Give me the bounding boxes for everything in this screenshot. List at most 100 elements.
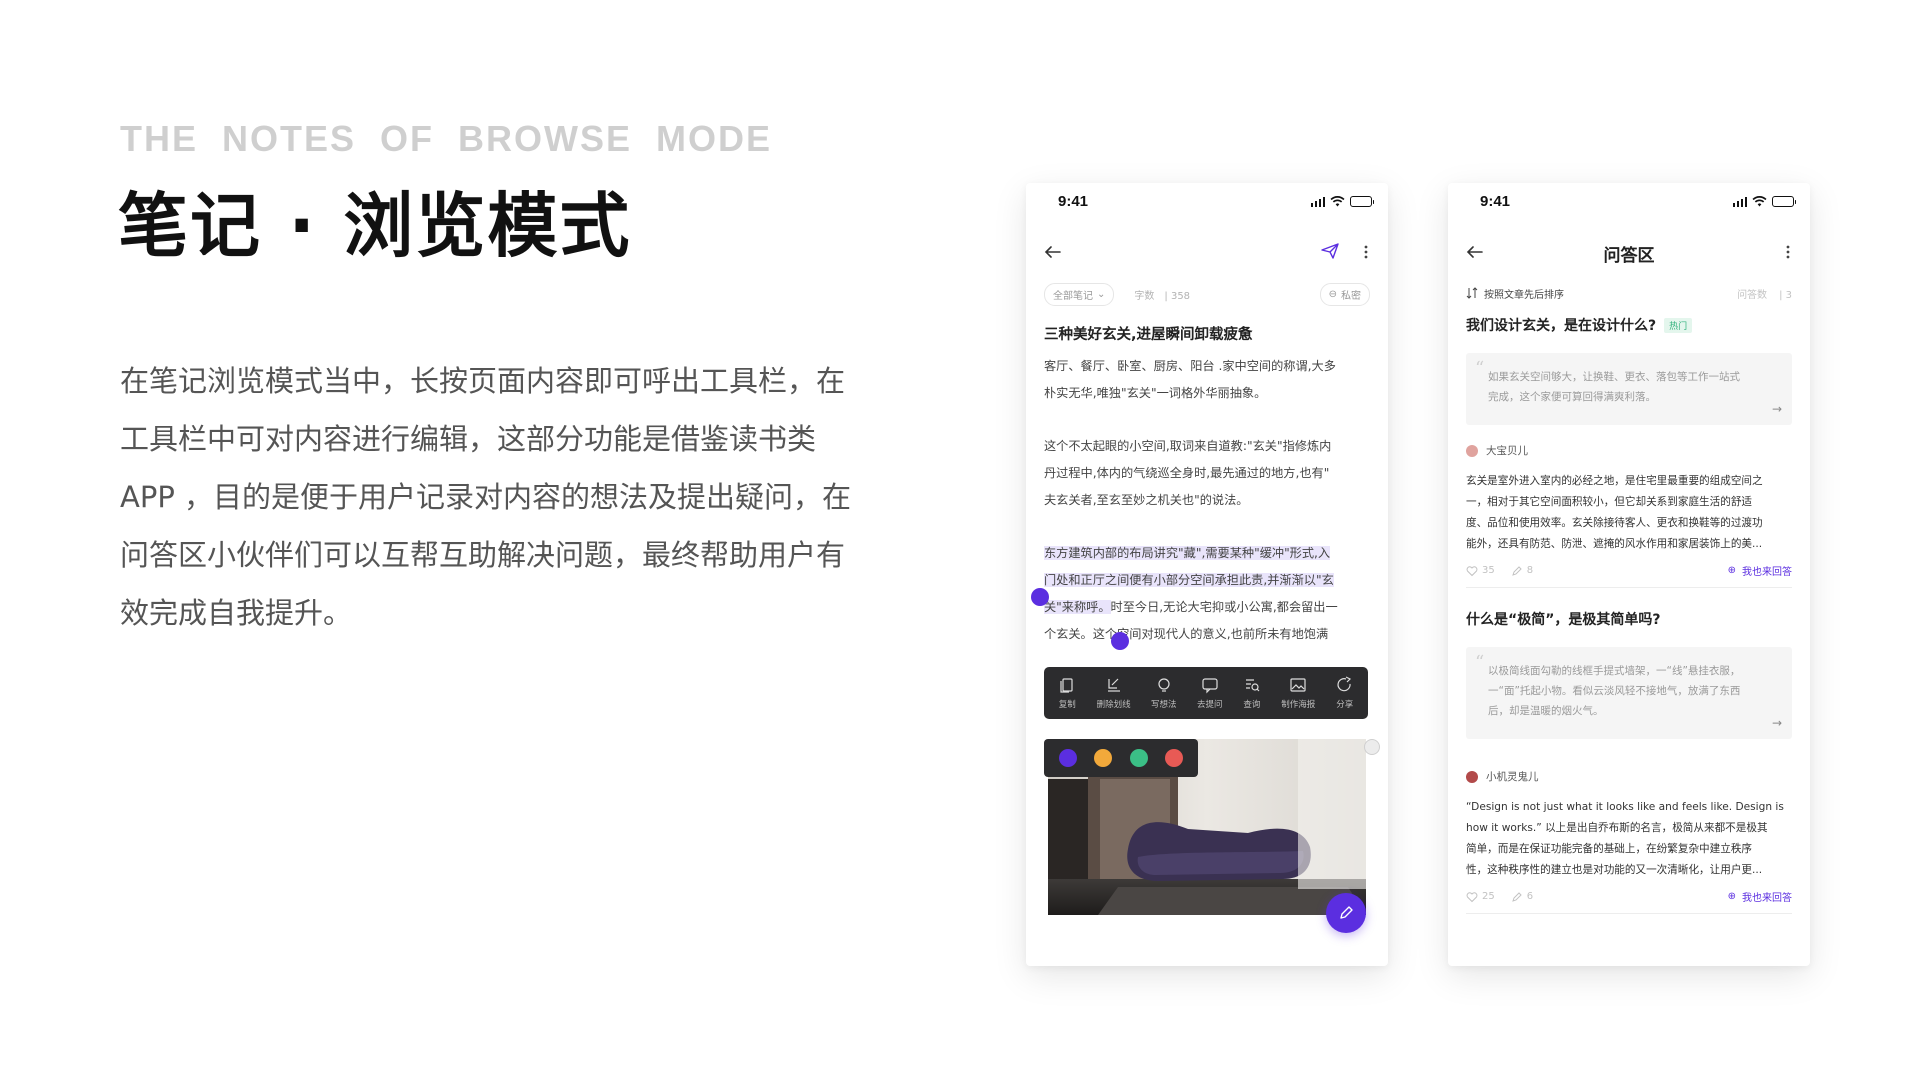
color-purple-swatch[interactable] [1058, 749, 1077, 767]
status-time: 9:41 [1480, 193, 1511, 210]
highlight-color-palette [1044, 739, 1198, 777]
reply-label: 我也来回答 [1742, 567, 1792, 578]
answer-user: 小机灵鬼儿 [1466, 769, 1539, 784]
pencil-icon [1340, 906, 1353, 919]
tool-label: 复制 [1058, 700, 1076, 710]
like-count[interactable]: 35 [1466, 565, 1495, 577]
paragraph-line: 朴实无华,唯独"玄关"一词格外华丽抽象。 [1044, 386, 1267, 400]
arrow-right-icon: → [1771, 716, 1782, 730]
tool-ask-question[interactable]: 去提问 [1197, 676, 1222, 710]
word-count-value: 358 [1170, 290, 1191, 302]
color-red-swatch[interactable] [1165, 749, 1184, 767]
menu-handle-icon[interactable] [1364, 739, 1380, 755]
sort-icon[interactable] [1466, 287, 1478, 299]
article-paragraph: 客厅、餐厅、卧室、厨房、阳台 .家中空间的称谓,大多 朴实无华,唯独"玄关"一词… [1044, 353, 1374, 407]
more-vertical-icon[interactable] [1356, 239, 1376, 265]
word-count: 字数 | 358 [1134, 290, 1191, 302]
tool-remove-underline[interactable]: 删除划线 [1097, 676, 1131, 710]
reply-button[interactable]: ⊕ 我也来回答 [1728, 889, 1792, 904]
divider [1466, 587, 1792, 588]
underline-remove-icon [1107, 678, 1120, 692]
wifi-icon [1330, 196, 1345, 207]
selection-start-handle[interactable] [1031, 588, 1049, 606]
quoted-excerpt[interactable]: “ 如果玄关空间够大，让换鞋、更衣、落包等工作一站式 完成，这个家便可算回得满爽… [1466, 353, 1792, 425]
note-meta-row: 全部笔记 ⌄ 字数 | 358 ⊖ 私密 [1044, 282, 1370, 306]
word-count-label: 字数 [1134, 290, 1155, 302]
question-title[interactable]: 什么是“极简”，是极其简单吗? [1466, 609, 1661, 629]
comment-count-value: 8 [1526, 565, 1534, 576]
bulb-icon [1158, 678, 1170, 692]
answer-line: how it works.” 以上是出自乔布斯的名言，极简从来都不是极其 [1466, 822, 1768, 834]
heart-icon [1466, 565, 1478, 576]
answer-text: “Design is not just what it looks like a… [1466, 797, 1796, 881]
note-phone-screen: 9:41 全部笔记 ⌄ 字数 | 358 ⊖ 私密 三种美好玄关,进屋瞬间卸载疲惫 客… [1026, 183, 1388, 966]
tool-label: 删除划线 [1096, 700, 1131, 710]
answer-actions: 25 6 ⊕ 我也来回答 [1466, 889, 1792, 904]
answer-line: 玄关是室外进入室内的必经之地，是住宅里最重要的组成空间之 [1466, 475, 1763, 487]
question-title[interactable]: 我们设计玄关，是在设计什么? 热门 [1466, 315, 1693, 335]
highlighted-text[interactable]: 关"来称呼。 [1044, 600, 1111, 614]
answer-user: 大宝贝儿 [1466, 443, 1528, 458]
quote-line: 一“面”托起小物。看似云淡风轻不接地气，放满了东西 [1488, 685, 1741, 697]
status-time: 9:41 [1058, 193, 1089, 210]
tool-copy[interactable]: 复制 [1058, 676, 1076, 710]
tool-label: 制作海报 [1281, 700, 1316, 710]
answer-line: 一，相对于其它空间面积较小，但它却关系到家庭生活的舒适 [1466, 496, 1753, 508]
filter-dropdown[interactable]: 全部笔记 ⌄ [1044, 282, 1115, 306]
color-orange-swatch[interactable] [1094, 749, 1113, 767]
tool-share[interactable]: 分享 [1336, 676, 1354, 710]
like-count-value: 35 [1482, 565, 1495, 576]
quote-mark-icon: “ [1475, 358, 1485, 379]
quote-line: 如果玄关空间够大，让换鞋、更衣、落包等工作一站式 [1488, 371, 1740, 383]
page-title: 笔记 · 浏览模式 [118, 185, 632, 267]
hot-tag: 热门 [1664, 317, 1693, 333]
status-bar: 9:41 [1448, 183, 1810, 227]
lock-icon: ⊖ [1328, 288, 1337, 300]
article-paragraph-selected[interactable]: 东方建筑内部的布局讲究"藏",需要某种"缓冲"形式,入 门处和正厅之间便有小部分… [1044, 540, 1374, 648]
paragraph-line: 这个不太起眼的小空间,取词来自道教:"玄关"指修炼内 [1044, 439, 1332, 453]
nav-title: 问答区 [1603, 246, 1655, 266]
pencil-icon [1511, 891, 1522, 902]
tool-make-poster[interactable]: 制作海报 [1281, 676, 1315, 710]
divider [1466, 913, 1792, 914]
question-title-text: 什么是“极简”，是极其简单吗? [1466, 612, 1661, 628]
answer-line: 简单，而是在保证功能完备的基础上，在纷繁复杂中建立秩序 [1466, 843, 1753, 855]
question-count-label: 问答数 [1737, 289, 1768, 301]
like-count[interactable]: 25 [1466, 891, 1495, 903]
quote-line: 完成，这个家便可算回得满爽利落。 [1488, 391, 1656, 403]
edit-fab-button[interactable] [1326, 893, 1366, 933]
signal-icon [1732, 196, 1747, 207]
comment-count[interactable]: 8 [1511, 565, 1533, 577]
username: 小机灵鬼儿 [1486, 771, 1539, 783]
description-line: 工具栏中可对内容进行编辑，这部分功能是借鉴读书类 [120, 422, 817, 456]
reply-button[interactable]: ⊕ 我也来回答 [1728, 563, 1792, 578]
chevron-down-icon: ⌄ [1097, 288, 1106, 300]
highlighted-text[interactable]: 门处和正厅之间便有小部分空间承担此责,并渐渐以"玄 [1044, 573, 1334, 587]
paragraph-line: 客厅、餐厅、卧室、厨房、阳台 .家中空间的称谓,大多 [1044, 359, 1336, 373]
highlighted-text[interactable]: 东方建筑内部的布局讲究"藏",需要某种"缓冲"形式,入 [1044, 546, 1331, 560]
back-arrow-icon[interactable] [1040, 239, 1066, 265]
description-line: 效完成自我提升。 [120, 596, 353, 630]
copy-icon [1060, 678, 1073, 693]
comment-count[interactable]: 6 [1511, 891, 1533, 903]
pencil-icon [1511, 565, 1522, 576]
heart-icon [1466, 891, 1478, 902]
signal-icon [1310, 196, 1325, 207]
quoted-excerpt[interactable]: “ 以极简线面勾勒的线框手提式墙架，一“线”悬挂衣服， 一“面”托起小物。看似云… [1466, 647, 1792, 739]
color-green-swatch[interactable] [1129, 749, 1148, 767]
more-vertical-icon[interactable] [1778, 239, 1798, 265]
paragraph-line: 夫玄关者,至玄至妙之机关也"的说法。 [1044, 493, 1249, 507]
tool-lookup[interactable]: 查询 [1243, 676, 1261, 710]
avatar [1466, 770, 1478, 783]
send-icon[interactable] [1318, 239, 1342, 263]
tool-write-thought[interactable]: 写想法 [1151, 676, 1177, 710]
privacy-toggle[interactable]: ⊖ 私密 [1319, 282, 1370, 306]
quote-line: 以极简线面勾勒的线框手提式墙架，一“线”悬挂衣服， [1488, 665, 1741, 677]
selection-end-handle[interactable] [1111, 632, 1129, 650]
paragraph-line: 时至今日,无论大宅抑或小公寓,都会留出一 [1110, 600, 1338, 614]
paragraph-line: 个玄关。这个空间对现代人的意义,也前所未有地饱满 [1044, 627, 1329, 641]
wifi-icon [1752, 196, 1767, 207]
status-bar: 9:41 [1026, 183, 1388, 227]
sort-label[interactable]: 按照文章先后排序 [1484, 286, 1564, 301]
nav-bar [1026, 227, 1388, 277]
